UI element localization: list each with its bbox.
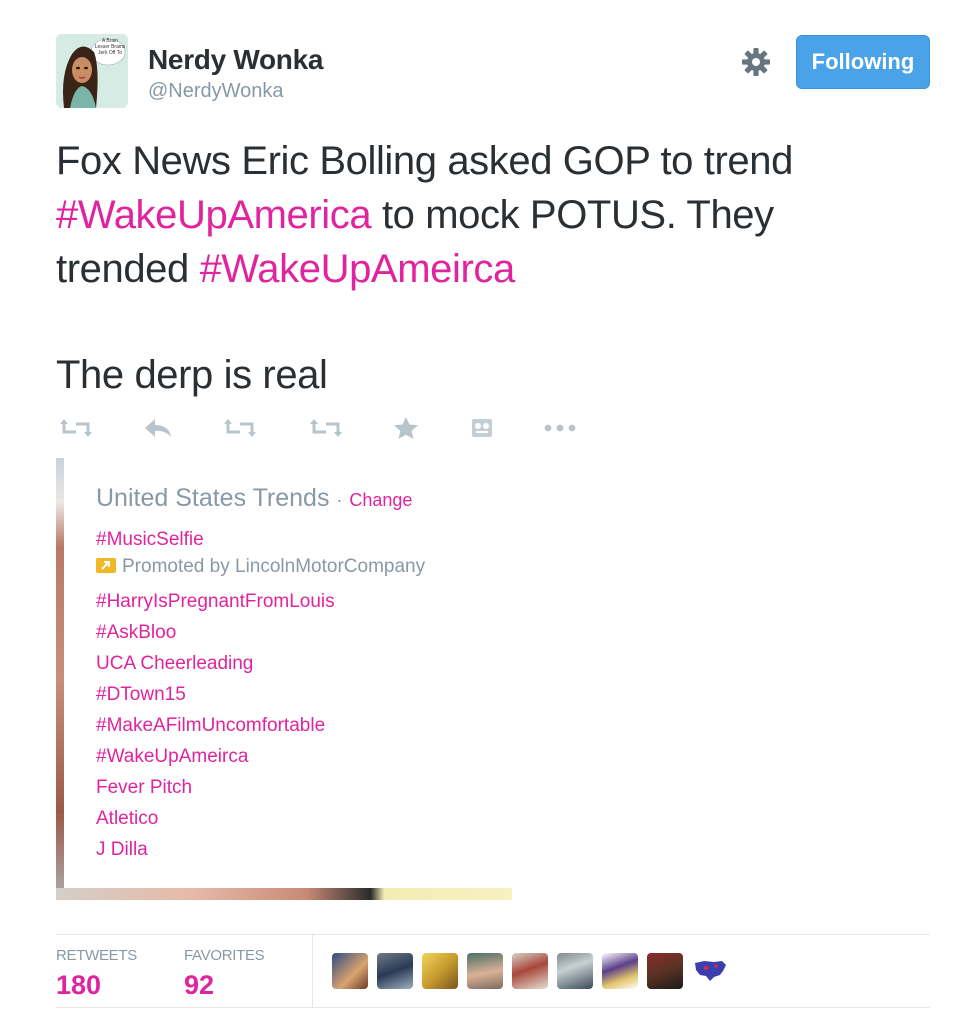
following-button[interactable]: Following (796, 35, 930, 89)
gear-icon[interactable] (738, 44, 774, 80)
trend-item[interactable]: #WakeUpAmeirca (96, 746, 248, 768)
trend-item[interactable]: #HarryIsPregnantFromLouis (96, 591, 335, 613)
trend-item[interactable]: Fever Pitch (96, 777, 192, 799)
title-separator: · (336, 490, 343, 510)
user-avatar[interactable] (467, 953, 503, 989)
favorites-stat[interactable]: FAVORITES 92 (184, 947, 265, 1001)
tweet-line: trended #WakeUpAmeirca (56, 242, 936, 296)
promoted-label: Promoted by LincolnMotorCompany (96, 556, 425, 578)
user-avatar[interactable] (602, 953, 638, 989)
trend-item[interactable]: UCA Cheerleading (96, 653, 253, 675)
favorites-count: 92 (184, 970, 215, 1000)
storify-icon[interactable] (462, 410, 502, 446)
avatar-caption: A Brain Lesser Brains Jerk Off To (94, 38, 126, 56)
hashtag-link[interactable]: #WakeUpAmerica (56, 193, 372, 237)
trend-item[interactable]: #MakeAFilmUncomfortable (96, 715, 325, 737)
user-avatar[interactable] (692, 953, 728, 989)
retweets-stat[interactable]: RETWEETS 180 (56, 947, 137, 1001)
trend-item[interactable]: #MusicSelfie (96, 529, 204, 551)
photo-edge (56, 888, 512, 900)
trends-card: United States Trends · Change #MusicSelf… (64, 458, 512, 888)
trend-item[interactable]: #DTown15 (96, 684, 186, 706)
promoted-text: Promoted by LincolnMotorCompany (122, 556, 426, 577)
embedded-photo[interactable]: United States Trends · Change #MusicSelf… (56, 458, 512, 900)
user-avatar[interactable] (332, 953, 368, 989)
trends-title: United States Trends (96, 484, 330, 512)
user-avatar[interactable] (377, 953, 413, 989)
tweet-stats: RETWEETS 180 FAVORITES 92 (56, 934, 930, 1008)
photo-edge (56, 458, 64, 900)
trends-heading: United States Trends · Change (96, 484, 412, 513)
favorite-star-icon[interactable] (386, 410, 426, 446)
user-handle[interactable]: @NerdyWonka (148, 80, 284, 103)
us-map-icon (695, 961, 726, 981)
user-avatar[interactable] (647, 953, 683, 989)
retweets-label: RETWEETS (56, 947, 137, 964)
trend-item[interactable]: J Dilla (96, 839, 148, 861)
tweet-actions (56, 410, 596, 446)
retweet-icon[interactable] (306, 410, 346, 446)
favorites-label: FAVORITES (184, 947, 265, 964)
hashtag-link[interactable]: #WakeUpAmeirca (200, 247, 516, 291)
user-avatar[interactable] (422, 953, 458, 989)
retweet-icon[interactable] (220, 410, 260, 446)
trend-item[interactable]: #AskBloo (96, 622, 176, 644)
user-avatar[interactable] (512, 953, 548, 989)
reply-icon[interactable] (138, 410, 178, 446)
tweet-header: A Brain Lesser Brains Jerk Off To Nerdy … (56, 34, 930, 114)
tweet-line: #WakeUpAmerica to mock POTUS. They (56, 188, 936, 242)
tweet-text-segment: Fox News Eric Bolling asked GOP to trend (56, 139, 793, 183)
retweets-count: 180 (56, 970, 102, 1000)
tweet-text-segment: The derp is real (56, 353, 328, 397)
trend-item[interactable]: Atletico (96, 808, 158, 830)
more-icon[interactable] (540, 410, 580, 446)
tweet-text-segment: trended (56, 247, 200, 291)
tweet-line: The derp is real (56, 348, 936, 402)
user-avatar[interactable]: A Brain Lesser Brains Jerk Off To (56, 34, 128, 108)
tweet-line: Fox News Eric Bolling asked GOP to trend (56, 134, 936, 188)
retweet-icon[interactable] (56, 410, 96, 446)
stats-divider (312, 935, 313, 1007)
tweet-text: Fox News Eric Bolling asked GOP to trend… (56, 134, 936, 402)
change-link[interactable]: Change (349, 490, 412, 510)
user-avatar[interactable] (557, 953, 593, 989)
tweet-text-segment: to mock POTUS. They (371, 193, 774, 237)
display-name[interactable]: Nerdy Wonka (148, 44, 323, 76)
promoted-icon (96, 558, 116, 573)
